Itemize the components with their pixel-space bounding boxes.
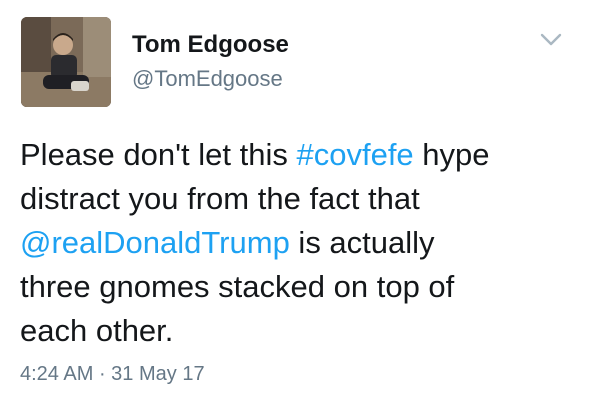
user-info: Tom Edgoose @TomEdgoose	[132, 30, 289, 93]
tweet-line-4: three gnomes stacked on top of	[20, 269, 455, 304]
tweet-text: Please don't let this #covfefe hype dist…	[20, 133, 585, 353]
tweet-text-segment: hype	[413, 137, 490, 172]
timestamp-separator: ·	[93, 363, 112, 385]
tweet-line-2: distract you from the fact that	[20, 181, 420, 216]
timestamp[interactable]: 4:24 AM · 31 May 17	[20, 362, 205, 386]
tweet-date: 31 May 17	[111, 363, 205, 385]
chevron-down-icon[interactable]	[540, 33, 562, 47]
tweet-line-1: Please don't let this #covfefe hype	[20, 133, 585, 177]
hashtag-link[interactable]: #covfefe	[296, 137, 413, 172]
mention-link[interactable]: @realDonaldTrump	[20, 225, 290, 260]
tweet-time: 4:24 AM	[20, 363, 94, 385]
tweet-card: Tom Edgoose @TomEdgoose Please don't let…	[0, 0, 600, 404]
tweet-line-5: each other.	[20, 313, 174, 348]
tweet-text-segment: is actually	[289, 225, 435, 260]
display-name[interactable]: Tom Edgoose	[132, 30, 289, 60]
profile-photo-icon	[21, 17, 111, 107]
avatar[interactable]	[21, 17, 111, 107]
tweet-line-3: @realDonaldTrump is actually	[20, 221, 585, 265]
tweet-text-segment: Please don't let this	[20, 137, 297, 172]
screen-name[interactable]: @TomEdgoose	[132, 65, 289, 93]
